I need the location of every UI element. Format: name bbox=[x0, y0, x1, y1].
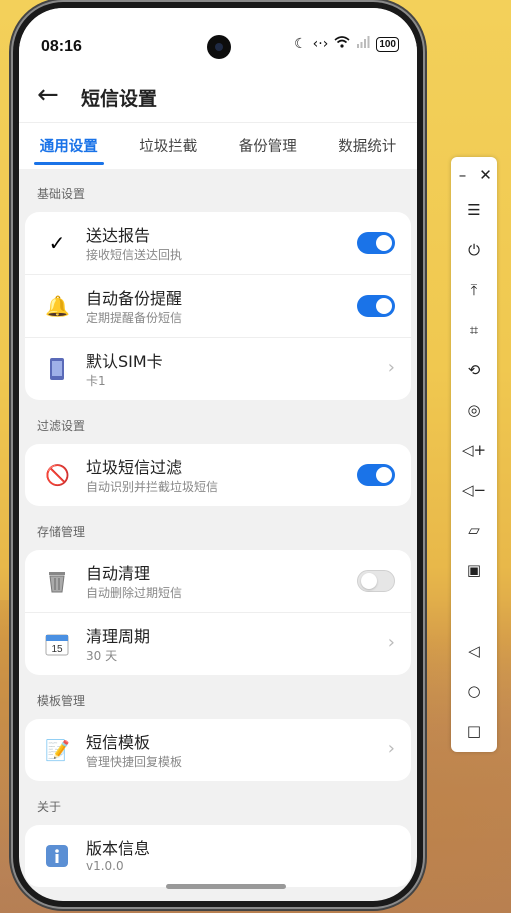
crop-icon[interactable]: ⌗ bbox=[461, 317, 487, 343]
spam-filter-toggle[interactable] bbox=[357, 464, 395, 486]
row-clean-period[interactable]: 15 清理周期 30 天 › bbox=[25, 613, 411, 675]
rotate-device-icon[interactable]: ▱ bbox=[461, 517, 487, 543]
section-about-title: 关于 bbox=[37, 800, 62, 814]
trash-icon bbox=[45, 569, 69, 593]
nav-home-icon[interactable]: ○ bbox=[461, 678, 487, 704]
menu-icon[interactable]: ☰ bbox=[461, 197, 487, 223]
tab-spam-block[interactable]: 垃圾拦截 bbox=[119, 123, 219, 169]
nav-recent-icon[interactable]: □ bbox=[461, 718, 487, 744]
row-version-info[interactable]: 版本信息 v1.0.0 bbox=[25, 825, 411, 887]
upload-icon[interactable]: ⤒ bbox=[461, 277, 487, 303]
row-sub: v1.0.0 bbox=[86, 859, 124, 873]
card-filter: 🚫 垃圾短信过滤 自动识别并拦截垃圾短信 bbox=[25, 444, 411, 506]
row-label: 清理周期 bbox=[86, 627, 151, 646]
tab-backup[interactable]: 备份管理 bbox=[218, 123, 318, 169]
page-title: 短信设置 bbox=[81, 88, 158, 110]
row-sub: 自动删除过期短信 bbox=[86, 586, 183, 600]
card-template: 📝 短信模板 管理快捷回复模板 › bbox=[25, 719, 411, 781]
row-label: 版本信息 bbox=[86, 839, 151, 858]
screenshot-icon[interactable]: ▣ bbox=[461, 557, 487, 583]
row-auto-clean[interactable]: 自动清理 自动删除过期短信 bbox=[25, 550, 411, 613]
close-icon[interactable]: ✕ bbox=[474, 162, 497, 188]
card-storage: 自动清理 自动删除过期短信 15 清理周期 30 天 › bbox=[25, 550, 411, 675]
section-filter-title: 过滤设置 bbox=[37, 419, 86, 433]
status-time: 08:16 bbox=[41, 38, 82, 55]
floating-control-panel: – ✕ ☰ ⏻ ⤒ ⌗ ⟲ ◎ ◁+ ◁− ▱ ▣ ◁ ○ □ bbox=[451, 157, 497, 752]
home-indicator[interactable] bbox=[166, 884, 286, 889]
battery-indicator: 100 bbox=[376, 36, 399, 52]
phone-icon bbox=[45, 357, 69, 381]
row-label: 默认SIM卡 bbox=[86, 352, 163, 371]
delivery-report-toggle[interactable] bbox=[357, 232, 395, 254]
row-delivery-report[interactable]: ✓ 送达报告 接收短信送达回执 bbox=[25, 212, 411, 275]
memo-icon: 📝 bbox=[45, 738, 70, 762]
backup-reminder-toggle[interactable] bbox=[357, 295, 395, 317]
section-storage-title: 存储管理 bbox=[37, 525, 86, 539]
section-template-title: 模板管理 bbox=[37, 694, 86, 708]
row-sub: 卡1 bbox=[86, 374, 106, 388]
phone-screen: 08:16 ☾ ‹·› 100 ← 短信设置 通用设置 垃圾拦截 备份管理 数据… bbox=[19, 8, 417, 901]
volume-down-icon[interactable]: ◁− bbox=[461, 477, 487, 503]
section-basic-title: 基础设置 bbox=[37, 187, 86, 201]
nav-back-icon[interactable]: ◁ bbox=[461, 638, 487, 664]
row-label: 垃圾短信过滤 bbox=[86, 458, 183, 477]
auto-clean-toggle[interactable] bbox=[357, 570, 395, 592]
screen-record-icon[interactable]: ◎ bbox=[461, 397, 487, 423]
chevron-right-icon: › bbox=[387, 738, 395, 759]
power-icon[interactable]: ⏻ bbox=[461, 237, 487, 263]
checkmark-icon: ✓ bbox=[48, 231, 66, 255]
phone-frame: 08:16 ☾ ‹·› 100 ← 短信设置 通用设置 垃圾拦截 备份管理 数据… bbox=[13, 2, 423, 907]
moon-icon: ☾ bbox=[294, 36, 307, 52]
row-label: 自动清理 bbox=[86, 564, 151, 583]
volume-up-icon[interactable]: ◁+ bbox=[461, 437, 487, 463]
calendar-icon: 15 bbox=[45, 632, 69, 656]
row-spam-filter[interactable]: 🚫 垃圾短信过滤 自动识别并拦截垃圾短信 bbox=[25, 444, 411, 506]
app-bar: ← 短信设置 bbox=[19, 72, 417, 122]
front-camera bbox=[207, 35, 231, 59]
tab-statistics[interactable]: 数据统计 bbox=[318, 123, 418, 169]
prohibited-icon: 🚫 bbox=[45, 463, 70, 487]
signal-icon bbox=[356, 36, 370, 52]
chevron-right-icon: › bbox=[387, 357, 395, 378]
row-sms-template[interactable]: 📝 短信模板 管理快捷回复模板 › bbox=[25, 719, 411, 781]
minimize-icon[interactable]: – bbox=[451, 162, 474, 188]
wifi-icon bbox=[334, 36, 350, 52]
svg-text:15: 15 bbox=[51, 644, 63, 655]
bell-icon: 🔔 bbox=[45, 294, 70, 318]
row-label: 短信模板 bbox=[86, 733, 151, 752]
row-sub: 接收短信送达回执 bbox=[86, 248, 183, 262]
chevron-right-icon: › bbox=[387, 632, 395, 653]
row-sub: 定期提醒备份短信 bbox=[86, 311, 183, 325]
row-sub: 管理快捷回复模板 bbox=[86, 755, 183, 769]
rotate-icon[interactable]: ⟲ bbox=[461, 357, 487, 383]
status-bar: 08:16 ☾ ‹·› 100 bbox=[19, 8, 417, 72]
card-about: 版本信息 v1.0.0 bbox=[25, 825, 411, 887]
row-label: 自动备份提醒 bbox=[86, 289, 183, 308]
back-arrow-icon[interactable]: ← bbox=[37, 82, 59, 108]
card-basic: ✓ 送达报告 接收短信送达回执 🔔 自动备份提醒 定期提醒备份短信 默认SIM卡 bbox=[25, 212, 411, 400]
row-sub: 自动识别并拦截垃圾短信 bbox=[86, 480, 219, 494]
tab-general[interactable]: 通用设置 bbox=[19, 123, 119, 169]
tab-bar: 通用设置 垃圾拦截 备份管理 数据统计 bbox=[19, 122, 417, 169]
row-default-sim[interactable]: 默认SIM卡 卡1 › bbox=[25, 338, 411, 400]
row-sub: 30 天 bbox=[86, 649, 118, 663]
info-icon bbox=[45, 844, 69, 868]
row-backup-reminder[interactable]: 🔔 自动备份提醒 定期提醒备份短信 bbox=[25, 275, 411, 338]
row-label: 送达报告 bbox=[86, 226, 151, 245]
settings-list: 基础设置 ✓ 送达报告 接收短信送达回执 🔔 自动备份提醒 定期提醒备份短信 默… bbox=[19, 168, 417, 901]
status-icons: ☾ ‹·› 100 bbox=[294, 36, 399, 52]
vpn-icon: ‹·› bbox=[312, 36, 329, 52]
